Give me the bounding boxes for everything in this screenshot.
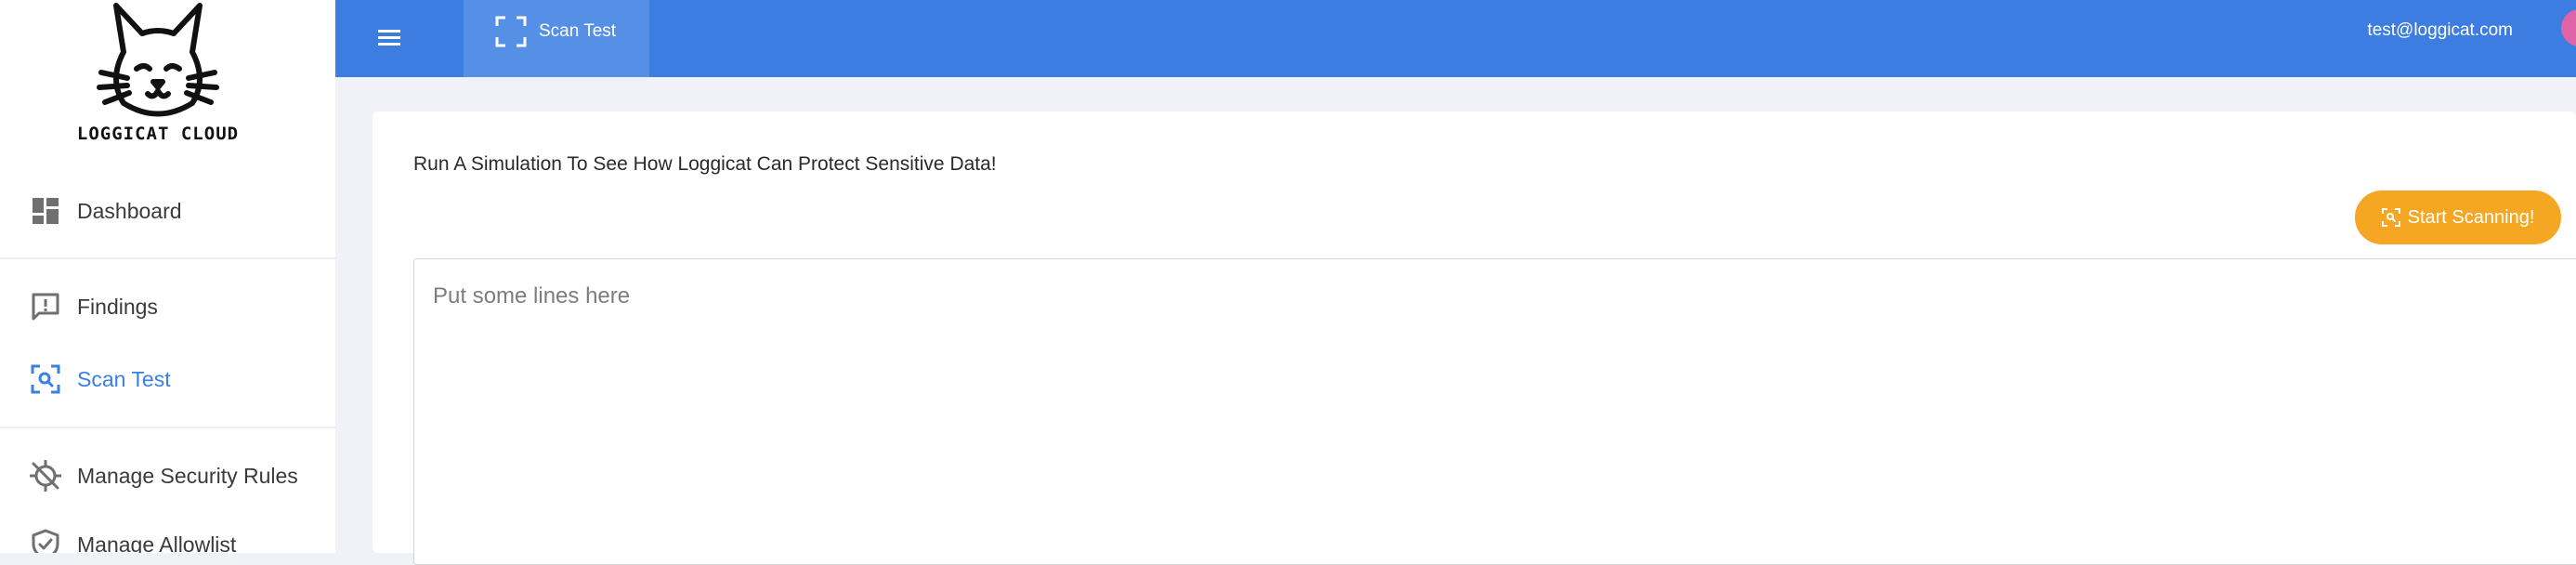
sidebar-item-label: Dashboard bbox=[77, 198, 182, 223]
brand-logo[interactable]: LOGGICAT CLOUD bbox=[0, 0, 316, 149]
start-scanning-button[interactable]: Start Scanning! bbox=[2355, 191, 2561, 244]
sidebar-item-label: Findings bbox=[77, 294, 158, 319]
page-headline: Run A Simulation To See How Loggicat Can… bbox=[413, 153, 997, 175]
tab-scan-test[interactable]: Scan Test bbox=[464, 0, 649, 77]
sidebar-item-manage-allowlist[interactable]: Manage Allowlist bbox=[0, 519, 335, 553]
scan-search-icon bbox=[28, 361, 63, 397]
brand-name: LOGGICAT CLOUD bbox=[76, 124, 240, 144]
dashboard-icon bbox=[28, 193, 63, 229]
scan-frame-icon bbox=[495, 16, 527, 52]
sidebar-item-manage-security-rules[interactable]: Manage Security Rules bbox=[0, 450, 335, 502]
shield-check-icon bbox=[28, 527, 63, 553]
sidebar-item-label: Scan Test bbox=[77, 366, 171, 391]
scan-test-card: Run A Simulation To See How Loggicat Can… bbox=[373, 112, 2576, 565]
sidebar-divider bbox=[0, 427, 335, 428]
alert-comment-icon bbox=[28, 289, 63, 324]
start-scanning-label: Start Scanning! bbox=[2407, 206, 2535, 228]
avatar[interactable] bbox=[2561, 9, 2576, 46]
sidebar-item-findings[interactable]: Findings bbox=[0, 281, 335, 333]
sidebar: LOGGICAT CLOUD Dashboard Findings Scan T… bbox=[0, 0, 335, 553]
sidebar-item-label: Manage Security Rules bbox=[77, 463, 298, 488]
sidebar-item-scan-test[interactable]: Scan Test bbox=[0, 353, 335, 405]
scan-icon bbox=[2381, 208, 2400, 227]
hamburger-menu-icon[interactable] bbox=[373, 20, 406, 54]
log-lines-textarea[interactable] bbox=[413, 258, 2576, 565]
user-email[interactable]: test@loggicat.com bbox=[2367, 20, 2513, 41]
sidebar-item-label: Manage Allowlist bbox=[77, 532, 237, 554]
gps-off-icon bbox=[28, 458, 63, 493]
sidebar-item-dashboard[interactable]: Dashboard bbox=[0, 185, 335, 237]
cat-logo-icon bbox=[97, 3, 219, 117]
sidebar-divider bbox=[0, 257, 335, 259]
top-app-bar: Scan Test test@loggicat.com bbox=[335, 0, 2576, 77]
tab-label: Scan Test bbox=[539, 21, 617, 41]
